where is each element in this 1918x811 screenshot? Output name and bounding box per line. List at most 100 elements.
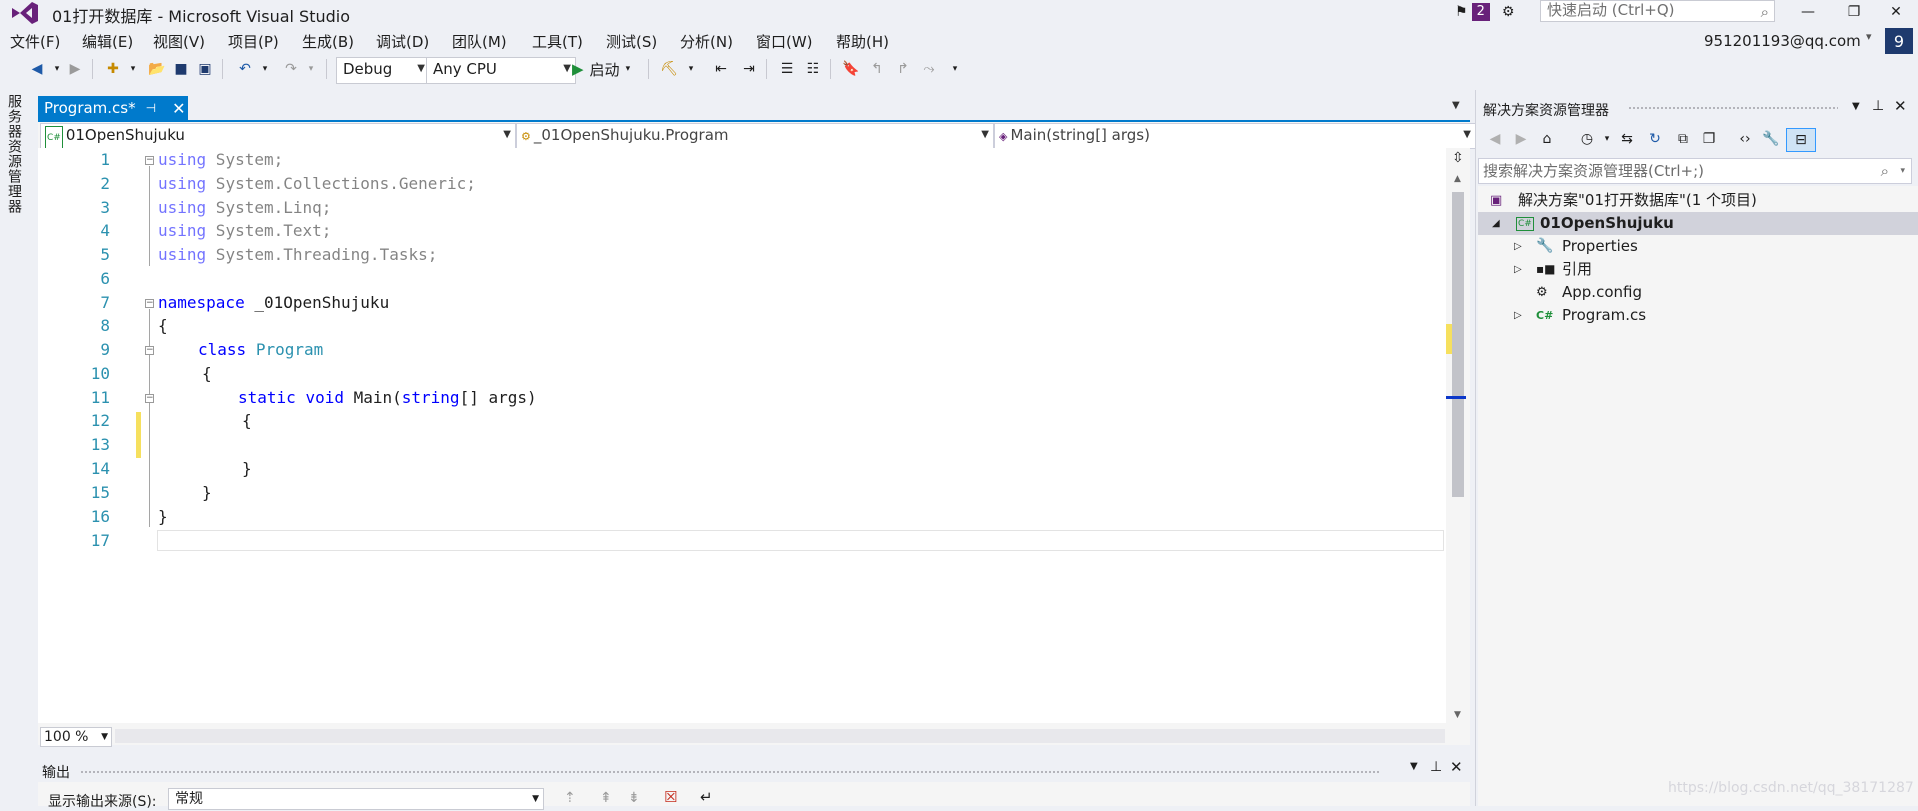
menu-edit[interactable]: 编辑(E) xyxy=(82,31,133,52)
tree-item-properties[interactable]: ▷ 🔧 Properties xyxy=(1478,235,1918,258)
collapse-icon[interactable]: − xyxy=(145,299,154,308)
chevron-down-icon[interactable]: ▾ xyxy=(300,58,322,80)
tree-item-program-cs[interactable]: ▷ C# Program.cs xyxy=(1478,304,1918,327)
save-all-icon[interactable]: ▣ xyxy=(194,58,216,80)
account-name[interactable]: 951201193@qq.com xyxy=(1704,32,1861,50)
clear-all-icon[interactable]: ☒ xyxy=(664,788,677,806)
start-debugging-button[interactable]: ▶ 启动 ▾ xyxy=(572,58,630,80)
account-avatar[interactable]: 9 xyxy=(1885,28,1913,54)
notifications[interactable]: ⚑ 2 ⚙ xyxy=(1455,1,1514,23)
browser-link-icon[interactable]: ⛏ xyxy=(658,58,680,80)
menu-project[interactable]: 项目(P) xyxy=(228,31,279,52)
tree-item-references[interactable]: ▷ ▪■ 引用 xyxy=(1478,258,1918,281)
navigate-forward-icon[interactable]: ▶ xyxy=(64,58,86,80)
navigate-back-icon[interactable]: ◀ xyxy=(26,58,48,80)
chevron-down-icon[interactable]: ▾ xyxy=(680,58,702,80)
split-editor-icon[interactable]: ⇳ xyxy=(1452,150,1464,166)
solution-configuration-select[interactable]: Debug ▼ xyxy=(336,57,430,84)
pin-icon[interactable]: ⊥ xyxy=(1872,98,1884,114)
pin-icon[interactable]: ⊣ xyxy=(146,101,156,115)
tree-item-project[interactable]: ◢ C# 01OpenShujuku xyxy=(1478,212,1918,235)
word-wrap-icon[interactable]: ↵ xyxy=(700,788,713,806)
server-explorer-tab[interactable]: 服务器资源管理器 xyxy=(6,94,24,214)
zoom-select[interactable]: 100 % ▼ xyxy=(40,727,112,747)
menu-test[interactable]: 测试(S) xyxy=(606,31,657,52)
save-icon[interactable]: ■ xyxy=(170,58,192,80)
open-file-icon[interactable]: 📂 xyxy=(146,58,168,80)
find-message-icon[interactable]: ⇡ xyxy=(564,790,576,806)
pending-changes-filter-icon[interactable]: ◷ xyxy=(1576,128,1598,150)
undo-icon[interactable]: ↶ xyxy=(234,58,256,80)
tree-item-app-config[interactable]: ⚙ App.config xyxy=(1478,281,1918,304)
minimize-button[interactable]: — xyxy=(1790,0,1826,24)
show-all-files-icon[interactable]: ❐ xyxy=(1698,128,1720,150)
menu-tools[interactable]: 工具(T) xyxy=(532,31,583,52)
collapse-icon[interactable]: − xyxy=(145,156,154,165)
previous-message-icon[interactable]: ⇞ xyxy=(600,790,612,806)
scrollbar-thumb[interactable] xyxy=(1452,192,1464,497)
menu-view[interactable]: 视图(V) xyxy=(153,31,205,52)
view-code-icon[interactable]: ‹› xyxy=(1734,128,1756,150)
tab-program-cs[interactable]: Program.cs* ⊣ ✕ xyxy=(38,96,188,120)
menu-debug[interactable]: 调试(D) xyxy=(376,31,429,52)
chevron-down-icon[interactable]: ▾ xyxy=(122,58,144,80)
drag-grip[interactable] xyxy=(1628,106,1838,110)
solution-search-input[interactable]: 搜索解决方案资源管理器(Ctrl+;) ⌕ ▾ xyxy=(1478,158,1912,184)
drag-grip[interactable] xyxy=(80,770,1380,774)
step-over-icon[interactable]: ⇥ xyxy=(738,58,760,80)
menu-help[interactable]: 帮助(H) xyxy=(836,31,889,52)
pane-splitter[interactable] xyxy=(1475,90,1476,806)
scroll-up-icon[interactable]: ▲ xyxy=(1454,174,1461,184)
toolbar-overflow-icon[interactable]: ▾ xyxy=(944,58,966,80)
chevron-down-icon[interactable]: ▼ xyxy=(1852,101,1860,112)
previous-bookmark-icon[interactable]: ↰ xyxy=(866,58,888,80)
menu-window[interactable]: 窗口(W) xyxy=(756,31,813,52)
preview-selected-items-icon[interactable]: ⊟ xyxy=(1786,128,1816,152)
member-dropdown[interactable]: ◈ Main(string[] args) ▼ xyxy=(994,123,1476,149)
new-project-icon[interactable]: ✚ xyxy=(102,58,124,80)
pin-icon[interactable]: ⊥ xyxy=(1430,759,1442,775)
uncomment-lines-icon[interactable]: ☷ xyxy=(802,58,824,80)
chevron-down-icon[interactable]: ▼ xyxy=(1452,100,1460,111)
menu-analyze[interactable]: 分析(N) xyxy=(680,31,733,52)
step-icon[interactable]: ⇤ xyxy=(710,58,732,80)
menu-team[interactable]: 团队(M) xyxy=(452,31,507,52)
menu-file[interactable]: 文件(F) xyxy=(10,31,60,52)
type-dropdown[interactable]: ⚙ _01OpenShujuku.Program ▼ xyxy=(516,123,994,149)
bookmark-icon[interactable]: 🔖 xyxy=(840,58,862,80)
collapse-icon[interactable]: − xyxy=(145,394,154,403)
tree-item-solution[interactable]: ▣ 解决方案"01打开数据库"(1 个项目) xyxy=(1478,189,1918,212)
editor-horizontal-scrollbar[interactable] xyxy=(115,729,1445,743)
solution-platform-select[interactable]: Any CPU ▼ xyxy=(426,57,576,84)
chevron-down-icon[interactable]: ▼ xyxy=(1410,761,1418,772)
expanded-triangle-icon[interactable]: ◢ xyxy=(1492,212,1500,235)
scroll-down-icon[interactable]: ▼ xyxy=(1454,710,1461,720)
collapse-icon[interactable]: − xyxy=(145,346,154,355)
close-icon[interactable]: ✕ xyxy=(172,99,185,118)
collapsed-triangle-icon[interactable]: ▷ xyxy=(1514,258,1522,281)
collapsed-triangle-icon[interactable]: ▷ xyxy=(1514,304,1522,327)
clear-bookmarks-icon[interactable]: ⤳ xyxy=(918,58,940,80)
close-icon[interactable]: ✕ xyxy=(1894,97,1907,115)
chevron-down-icon[interactable]: ▾ xyxy=(254,58,276,80)
collapse-all-icon[interactable]: ⧉ xyxy=(1672,128,1694,150)
output-source-select[interactable]: 常规 ▼ xyxy=(168,788,544,810)
close-window-button[interactable]: ✕ xyxy=(1878,0,1914,24)
back-icon[interactable]: ◀ xyxy=(1484,128,1506,150)
comment-lines-icon[interactable]: ☰ xyxy=(776,58,798,80)
forward-icon[interactable]: ▶ xyxy=(1510,128,1532,150)
restore-button[interactable]: ❐ xyxy=(1836,0,1872,24)
close-icon[interactable]: ✕ xyxy=(1450,758,1463,776)
refresh-icon[interactable]: ↻ xyxy=(1644,128,1666,150)
project-dropdown[interactable]: C# 01OpenShujuku ▼ xyxy=(40,123,516,149)
collapsed-triangle-icon[interactable]: ▷ xyxy=(1514,235,1522,258)
quick-launch-input[interactable]: 快速启动 (Ctrl+Q) ⌕ xyxy=(1540,0,1775,22)
chevron-down-icon[interactable]: ▾ xyxy=(1866,30,1872,43)
menu-build[interactable]: 生成(B) xyxy=(302,31,354,52)
chevron-down-icon[interactable]: ▾ xyxy=(1596,128,1618,150)
redo-icon[interactable]: ↷ xyxy=(280,58,302,80)
feedback-icon[interactable]: ⚙ xyxy=(1502,4,1515,20)
home-icon[interactable]: ⌂ xyxy=(1536,128,1558,150)
properties-wrench-icon[interactable]: 🔧 xyxy=(1760,128,1782,150)
sync-with-document-icon[interactable]: ⇆ xyxy=(1616,128,1638,150)
